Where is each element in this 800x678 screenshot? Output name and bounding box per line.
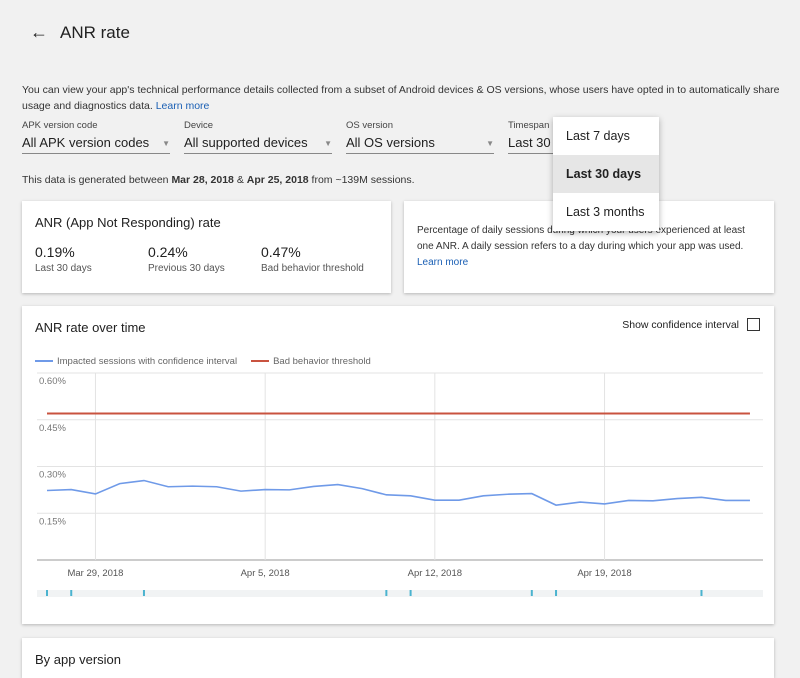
x-tick-label: Apr 19, 2018 xyxy=(577,568,631,579)
menu-item-last-30-days[interactable]: Last 30 days xyxy=(553,155,659,193)
chart-card: ANR rate over time Show confidence inter… xyxy=(22,306,774,624)
page-header: ← ANR rate xyxy=(30,22,130,43)
filter-value: All supported devices xyxy=(184,135,308,150)
filter-value: All OS versions xyxy=(346,135,435,150)
learn-more-link[interactable]: Learn more xyxy=(156,100,210,112)
caret-down-icon: ▼ xyxy=(162,139,170,148)
stat-label: Previous 30 days xyxy=(148,263,225,274)
filter-value: All APK version codes xyxy=(22,135,150,150)
filter-os-version[interactable]: OS version All OS versions ▼ xyxy=(346,120,494,154)
event-marker xyxy=(700,590,703,596)
gen-start: Mar 28, 2018 xyxy=(171,174,234,186)
event-marker xyxy=(555,590,558,596)
data-range-text: This data is generated between Mar 28, 2… xyxy=(22,174,415,186)
filter-label: APK version code xyxy=(22,120,98,131)
caret-down-icon: ▼ xyxy=(324,139,332,148)
gen-amp: & xyxy=(233,174,247,186)
info-learn-more-link[interactable]: Learn more xyxy=(417,257,468,268)
x-tick-label: Apr 5, 2018 xyxy=(241,568,290,579)
stat-label: Last 30 days xyxy=(35,263,92,274)
filter-device[interactable]: Device All supported devices ▼ xyxy=(184,120,332,154)
gen-pre: This data is generated between xyxy=(22,174,172,186)
filter-apk-version[interactable]: APK version code All APK version codes ▼ xyxy=(22,120,170,154)
event-marker xyxy=(385,590,388,596)
stat-label: Bad behavior threshold xyxy=(261,263,364,274)
card-title: ANR (App Not Responding) rate xyxy=(35,215,221,230)
y-tick-label: 0.15% xyxy=(39,516,66,527)
x-tick-label: Mar 29, 2018 xyxy=(67,568,123,579)
event-marker xyxy=(70,590,73,596)
filter-label: Device xyxy=(184,120,214,131)
page-title: ANR rate xyxy=(60,22,130,42)
event-marker xyxy=(46,590,48,596)
stat-previous-30: 0.24% Previous 30 days xyxy=(148,244,261,274)
stat-value: 0.24% xyxy=(148,244,188,260)
filter-label: OS version xyxy=(346,120,393,131)
stat-last-30: 0.19% Last 30 days xyxy=(35,244,148,274)
event-marker xyxy=(142,590,145,596)
anr-rate-card: ANR (App Not Responding) rate 0.19% Last … xyxy=(22,201,391,293)
impacted-sessions-line xyxy=(46,479,750,506)
y-tick-label: 0.45% xyxy=(39,423,66,434)
stat-threshold: 0.47% Bad behavior threshold xyxy=(261,244,364,274)
x-tick-label: Apr 12, 2018 xyxy=(408,568,462,579)
by-app-version-card: By app version xyxy=(22,638,774,678)
stat-value: 0.19% xyxy=(35,244,75,260)
intro-text: You can view your app's technical perfor… xyxy=(22,82,782,114)
section-title: By app version xyxy=(35,652,121,667)
menu-item-last-7-days[interactable]: Last 7 days xyxy=(553,117,659,155)
y-tick-label: 0.30% xyxy=(39,470,66,481)
anr-line-chart: 0.60% 0.45% 0.30% 0.15% Mar 29, 2018 Apr 5, 2… xyxy=(37,372,763,597)
event-marker xyxy=(530,590,533,596)
intro-body: You can view your app's technical perfor… xyxy=(22,84,780,112)
stat-value: 0.47% xyxy=(261,244,301,260)
event-marker xyxy=(409,590,412,596)
event-marker-track xyxy=(37,590,763,597)
gen-post: from ~139M sessions. xyxy=(308,174,415,186)
menu-item-last-3-months[interactable]: Last 3 months xyxy=(553,193,659,231)
caret-down-icon: ▼ xyxy=(486,139,494,148)
timespan-dropdown-menu: Last 7 days Last 30 days Last 3 months xyxy=(553,117,659,231)
y-tick-label: 0.60% xyxy=(39,376,66,387)
gen-end: Apr 25, 2018 xyxy=(246,174,309,186)
arrow-left-icon[interactable]: ← xyxy=(30,22,48,43)
